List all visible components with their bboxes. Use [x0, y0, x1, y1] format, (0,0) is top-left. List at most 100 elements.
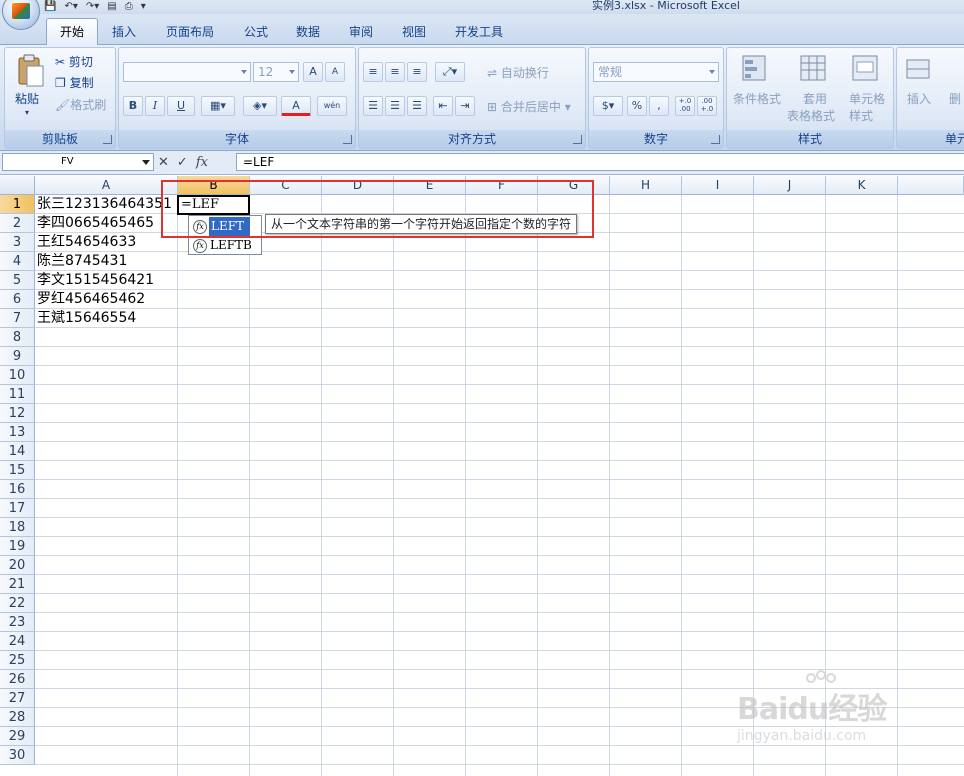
align-top-icon[interactable]: ≡: [363, 62, 383, 82]
select-all-corner[interactable]: [0, 176, 35, 195]
wrap-text-button[interactable]: ⇌ 自动换行: [487, 64, 549, 81]
print-preview-icon[interactable]: ▤: [107, 1, 116, 12]
customize-qat-icon[interactable]: ▾: [141, 1, 146, 12]
decrease-indent-icon[interactable]: ⇤: [433, 96, 453, 116]
cell-a2[interactable]: 李四0665465465: [35, 214, 154, 233]
paste-icon[interactable]: [15, 54, 45, 87]
row-header-16[interactable]: 16: [0, 480, 35, 499]
font-color-button[interactable]: A: [281, 96, 311, 116]
row-header-23[interactable]: 23: [0, 613, 35, 632]
autocomplete-item-leftb[interactable]: fx LEFTB: [189, 236, 261, 255]
conditional-format-button[interactable]: 条件格式: [733, 90, 781, 107]
row-header-22[interactable]: 22: [0, 594, 35, 613]
row-header-25[interactable]: 25: [0, 651, 35, 670]
increase-decimal-button[interactable]: +.0 .00: [675, 96, 695, 116]
alignment-launcher-icon[interactable]: [573, 135, 582, 144]
cell-style-label-1[interactable]: 单元格: [849, 90, 885, 107]
merge-center-button[interactable]: ⊞ 合并后居中 ▾: [487, 98, 571, 115]
decrease-decimal-button[interactable]: .00 +.0: [697, 96, 717, 116]
column-header-a[interactable]: A: [35, 176, 178, 195]
align-center-icon[interactable]: ☰: [385, 96, 405, 116]
cell-a5[interactable]: 李文1515456421: [35, 271, 154, 290]
row-header-2[interactable]: 2: [0, 214, 35, 233]
row-header-20[interactable]: 20: [0, 556, 35, 575]
table-style-label-1[interactable]: 套用: [803, 90, 827, 107]
column-header-h[interactable]: H: [610, 176, 682, 195]
tab-formulas[interactable]: 公式: [236, 22, 276, 42]
clipboard-launcher-icon[interactable]: [103, 135, 112, 144]
row-header-12[interactable]: 12: [0, 404, 35, 423]
number-format-combo[interactable]: 常规: [593, 62, 719, 82]
row-header-18[interactable]: 18: [0, 518, 35, 537]
shrink-font-button[interactable]: A: [325, 62, 345, 82]
redo-icon[interactable]: ↷▾: [86, 1, 99, 12]
cell-a7[interactable]: 王斌15646554: [35, 309, 136, 328]
bold-button[interactable]: B: [123, 96, 143, 116]
grow-font-button[interactable]: A: [303, 62, 323, 82]
borders-button[interactable]: ▦▾: [201, 96, 235, 116]
percent-button[interactable]: %: [627, 96, 647, 116]
tab-review[interactable]: 审阅: [341, 22, 381, 42]
row-header-17[interactable]: 17: [0, 499, 35, 518]
row-header-27[interactable]: 27: [0, 689, 35, 708]
row-header-8[interactable]: 8: [0, 328, 35, 347]
row-header-30[interactable]: 30: [0, 746, 35, 765]
cell-a1[interactable]: 张三123136464351: [35, 195, 172, 214]
column-header-j[interactable]: J: [754, 176, 826, 195]
orientation-icon[interactable]: ⤢▾: [435, 62, 465, 82]
row-header-15[interactable]: 15: [0, 461, 35, 480]
align-left-icon[interactable]: ☰: [363, 96, 383, 116]
italic-button[interactable]: I: [145, 96, 165, 116]
cell-a4[interactable]: 陈兰8745431: [35, 252, 127, 271]
row-header-14[interactable]: 14: [0, 442, 35, 461]
align-right-icon[interactable]: ☰: [407, 96, 427, 116]
row-header-21[interactable]: 21: [0, 575, 35, 594]
row-header-26[interactable]: 26: [0, 670, 35, 689]
align-middle-icon[interactable]: ≡: [385, 62, 405, 82]
tab-page-layout[interactable]: 页面布局: [160, 22, 220, 42]
row-header-7[interactable]: 7: [0, 309, 35, 328]
font-size-combo[interactable]: 12: [253, 62, 299, 82]
cancel-icon[interactable]: ✕: [158, 155, 169, 170]
tab-data[interactable]: 数据: [288, 22, 328, 42]
row-header-11[interactable]: 11: [0, 385, 35, 404]
tab-view[interactable]: 视图: [394, 22, 434, 42]
row-header-19[interactable]: 19: [0, 537, 35, 556]
comma-button[interactable]: ,: [649, 96, 669, 116]
row-header-28[interactable]: 28: [0, 708, 35, 727]
insert-function-icon[interactable]: fx: [196, 155, 208, 170]
copy-button[interactable]: ❐ 复制: [55, 74, 94, 91]
enter-icon[interactable]: ✓: [177, 155, 188, 170]
increase-indent-icon[interactable]: ⇥: [455, 96, 475, 116]
insert-cells-button[interactable]: 插入: [907, 90, 931, 107]
underline-button[interactable]: U: [167, 96, 195, 116]
align-bottom-icon[interactable]: ≡: [407, 62, 427, 82]
fill-color-button[interactable]: ◈▾: [243, 96, 277, 116]
currency-icon[interactable]: $▾: [593, 96, 623, 116]
paste-button[interactable]: 粘贴: [15, 90, 39, 107]
cell-a3[interactable]: 王红54654633: [35, 233, 136, 252]
tab-insert[interactable]: 插入: [104, 22, 144, 42]
tab-developer[interactable]: 开发工具: [449, 22, 509, 42]
cell-a6[interactable]: 罗红456465462: [35, 290, 145, 309]
row-header-29[interactable]: 29: [0, 727, 35, 746]
font-name-combo[interactable]: [123, 62, 251, 82]
cell-style-label-2[interactable]: 样式: [849, 107, 873, 124]
save-icon[interactable]: 💾: [44, 1, 56, 12]
table-style-label-2[interactable]: 表格格式: [787, 107, 835, 124]
font-launcher-icon[interactable]: [343, 135, 352, 144]
row-header-4[interactable]: 4: [0, 252, 35, 271]
row-header-3[interactable]: 3: [0, 233, 35, 252]
name-box-dropdown-icon[interactable]: [142, 160, 150, 165]
row-header-13[interactable]: 13: [0, 423, 35, 442]
undo-icon[interactable]: ↶▾: [64, 1, 77, 12]
tab-home[interactable]: 开始: [46, 18, 98, 45]
row-header-6[interactable]: 6: [0, 290, 35, 309]
row-header-9[interactable]: 9: [0, 347, 35, 366]
row-header-10[interactable]: 10: [0, 366, 35, 385]
cut-button[interactable]: ✂ 剪切: [55, 53, 93, 70]
row-header-1[interactable]: 1: [0, 195, 35, 214]
column-header-k[interactable]: K: [826, 176, 898, 195]
delete-cells-button[interactable]: 删: [949, 90, 961, 107]
row-header-5[interactable]: 5: [0, 271, 35, 290]
